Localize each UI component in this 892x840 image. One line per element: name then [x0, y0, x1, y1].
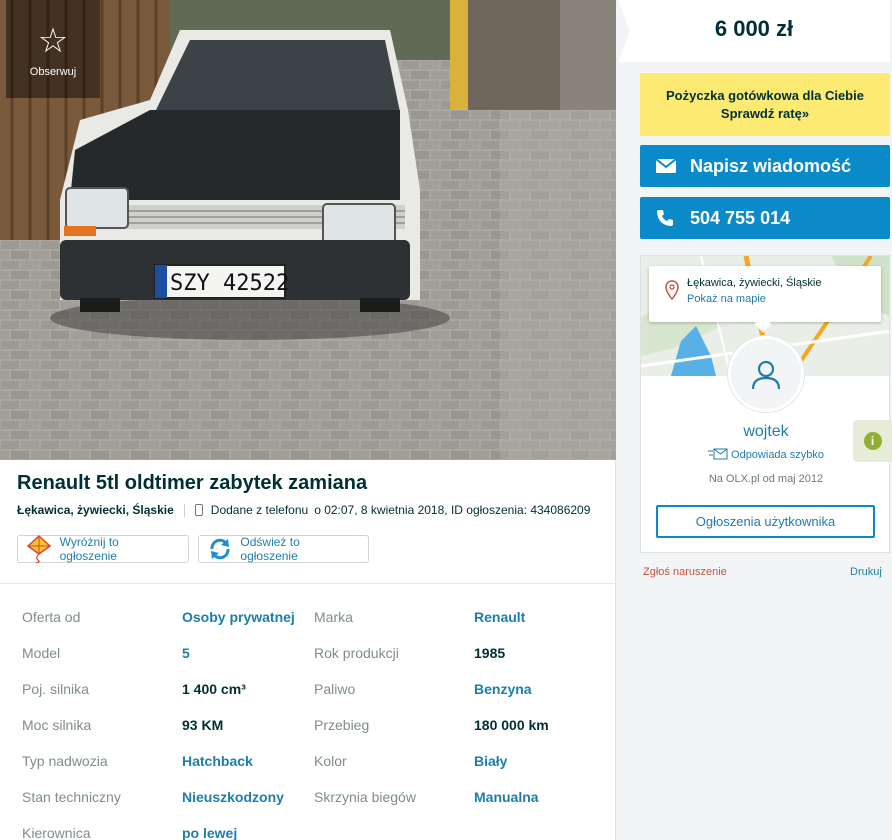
- price-box: 6 000 zł: [618, 0, 890, 62]
- send-message-label: Napisz wiadomość: [690, 155, 852, 176]
- license-plate-text: SZY 42522: [170, 271, 289, 296]
- star-outline-icon: ☆: [37, 21, 69, 61]
- detail-key: Kierownica: [22, 825, 91, 840]
- loan-line-2: Sprawdź ratę»: [720, 106, 810, 121]
- refresh-icon: [205, 534, 234, 564]
- observe-label: Obserwuj: [29, 66, 77, 78]
- details-row: Poj. silnika 1 400 cm³ Paliwo Benzyna: [0, 657, 616, 697]
- phone-icon: [656, 209, 678, 227]
- send-message-button[interactable]: Napisz wiadomość: [640, 145, 890, 187]
- details-row: Oferta od Osoby prywatnej Marka Renault: [0, 585, 616, 625]
- user-ads-button[interactable]: Ogłoszenia użytkownika: [656, 505, 875, 538]
- detail-value-link[interactable]: po lewej: [182, 825, 237, 840]
- fast-envelope-icon: [708, 448, 728, 460]
- seller-card: Łękawica, żywiecki, Śląskie Pokaż na map…: [640, 255, 890, 553]
- ad-location[interactable]: Łękawica, żywiecki, Śląskie: [17, 503, 174, 517]
- responds-fast-label: Odpowiada szybko: [731, 449, 824, 461]
- kite-icon: [24, 534, 54, 564]
- info-icon: i: [863, 432, 882, 450]
- map-location-popup: Łękawica, żywiecki, Śląskie Pokaż na map…: [649, 266, 881, 333]
- phone-button[interactable]: 504 755 014: [640, 197, 890, 239]
- print-link[interactable]: Drukuj: [850, 566, 882, 578]
- highlight-ad-label: Wyróżnij to ogłoszenie: [59, 535, 119, 563]
- ad-meta: Łękawica, żywiecki, Śląskie Dodane z tele…: [17, 503, 591, 518]
- map-pin-icon: [665, 280, 679, 305]
- details-row: Typ nadwozia Hatchback Kolor Biały: [0, 729, 616, 769]
- meta-divider: [183, 504, 185, 518]
- observe-button[interactable]: ☆ Obserwuj: [6, 0, 100, 98]
- refresh-ad-label: Odśwież to ogłoszenie: [240, 535, 300, 563]
- details-row: Moc silnika 93 KM Przebieg 180 000 km: [0, 693, 616, 733]
- mobile-phone-icon: [194, 504, 203, 516]
- avatar: [728, 336, 804, 412]
- price: 6 000 zł: [714, 16, 794, 41]
- ad-title: Renault 5tl oldtimer zabytek zamiana: [17, 472, 368, 494]
- phone-number: 504 755 014: [690, 207, 791, 228]
- ad-header: Renault 5tl oldtimer zabytek zamiana Łęk…: [0, 460, 616, 584]
- posted-date-and-id: o 02:07, 8 kwietnia 2018, ID ogłoszenia:…: [314, 503, 591, 517]
- info-tab[interactable]: i: [853, 420, 892, 462]
- loan-banner[interactable]: Pożyczka gotówkowa dla Ciebie Sprawdź ra…: [640, 73, 890, 136]
- details-row: Kierownica po lewej: [0, 801, 616, 840]
- show-on-map-link[interactable]: Pokaż na mapie: [687, 293, 766, 305]
- member-since: Na OLX.pl od maj 2012: [708, 473, 824, 485]
- details-row: Stan techniczny Nieuszkodzony Skrzynia b…: [0, 765, 616, 805]
- report-violation-link[interactable]: Zgłoś naruszenie: [643, 566, 727, 578]
- added-via-phone: Dodane z telefonu: [210, 503, 309, 517]
- ad-photo[interactable]: SZY 42522 ☆ Obserwuj: [0, 0, 616, 460]
- details-row: Model 5 Rok produkcji 1985: [0, 621, 616, 661]
- user-icon: [751, 360, 781, 390]
- envelope-icon: [656, 159, 678, 173]
- map-location-text: Łękawica, żywiecki, Śląskie: [687, 277, 822, 289]
- loan-line-1: Pożyczka gotówkowa dla Ciebie: [666, 88, 864, 103]
- refresh-ad-button[interactable]: Odśwież to ogłoszenie: [198, 535, 369, 563]
- highlight-ad-button[interactable]: Wyróżnij to ogłoszenie: [17, 535, 189, 563]
- ad-main-column: SZY 42522 ☆ Obserwuj Renault 5tl oldtime…: [0, 0, 616, 840]
